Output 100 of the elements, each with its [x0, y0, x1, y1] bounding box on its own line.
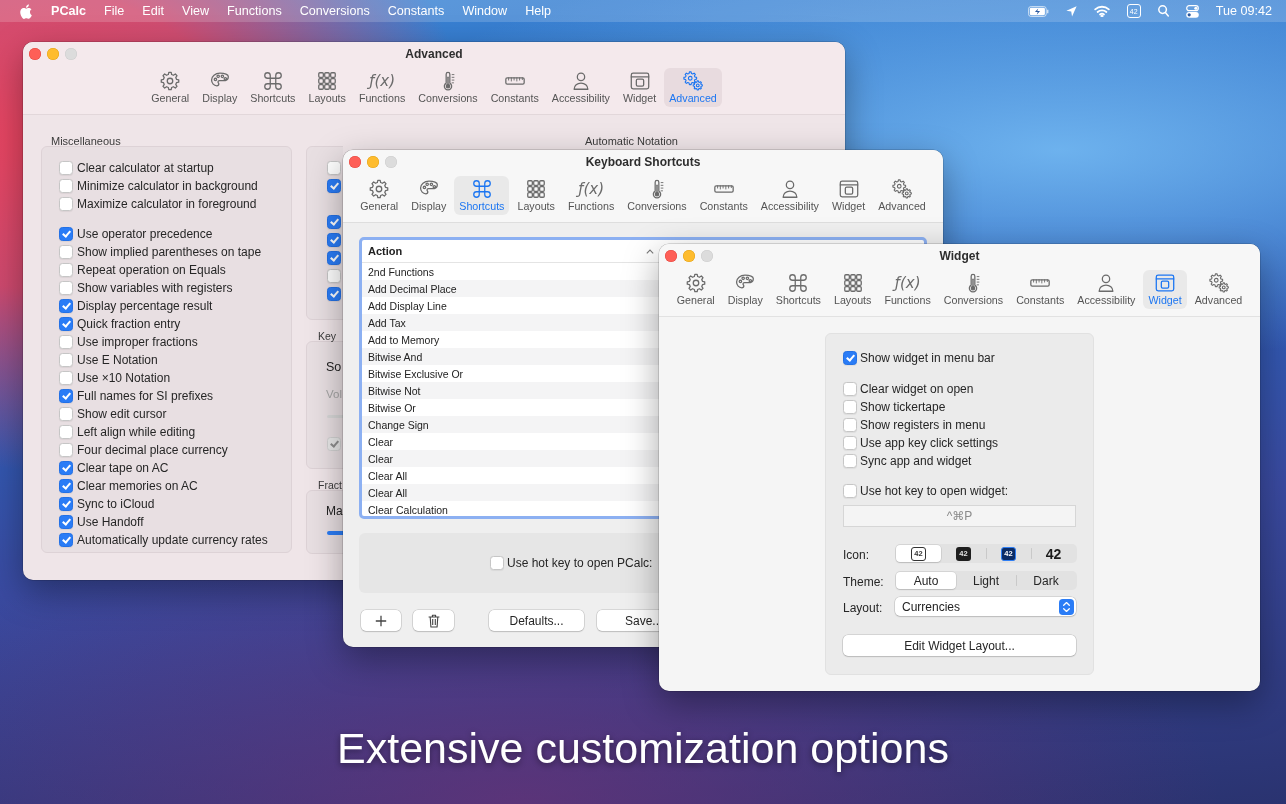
checkbox-label: Automatically update currency rates: [77, 533, 268, 547]
checkbox[interactable]: [59, 443, 73, 457]
checkbox[interactable]: [327, 233, 341, 247]
toolbar-tab[interactable]: Constants: [485, 68, 544, 107]
toolbar-tab[interactable]: Advanced: [1189, 270, 1248, 309]
toolbar-tab[interactable]: General: [355, 176, 404, 215]
toolbar-tab[interactable]: Shortcuts: [770, 270, 826, 309]
toolbar-tab[interactable]: General: [146, 68, 195, 107]
toolbar-tab[interactable]: Conversions: [622, 176, 692, 215]
toolbar-tab[interactable]: ƒ(x) Functions: [879, 270, 936, 309]
toolbar-tab[interactable]: Advanced: [873, 176, 931, 215]
close-button[interactable]: [349, 156, 361, 168]
add-button[interactable]: [361, 610, 401, 631]
toolbar-tab[interactable]: ƒ(x) Functions: [353, 68, 411, 107]
toolbar-tab[interactable]: Display: [722, 270, 768, 309]
checkbox[interactable]: [59, 389, 73, 403]
toolbar-tab[interactable]: Accessibility: [1072, 270, 1141, 309]
checkbox[interactable]: [327, 215, 341, 229]
checkbox[interactable]: [59, 533, 73, 547]
apple-icon[interactable]: [20, 3, 32, 19]
checkbox-label: Clear widget on open: [860, 382, 974, 396]
wifi-icon[interactable]: [1093, 5, 1110, 17]
checkbox[interactable]: [490, 556, 504, 570]
checkbox[interactable]: [59, 245, 73, 259]
checkbox[interactable]: [59, 353, 73, 367]
checkbox-label: Show variables with registers: [77, 281, 233, 295]
toggles-icon[interactable]: [1185, 4, 1199, 18]
layout-popup[interactable]: Currencies: [895, 597, 1076, 616]
toolbar-tab[interactable]: General: [671, 270, 720, 309]
checkbox[interactable]: [327, 161, 341, 175]
toolbar-tab[interactable]: Accessibility: [755, 176, 824, 215]
checkbox[interactable]: [843, 454, 857, 468]
checkbox[interactable]: [843, 418, 857, 432]
checkbox[interactable]: [843, 382, 857, 396]
theme-option[interactable]: Light: [956, 572, 1016, 589]
table-cell: Clear All: [368, 486, 408, 499]
defaults-button[interactable]: Defaults...: [489, 610, 584, 631]
toolbar-tab[interactable]: Layouts: [303, 68, 351, 107]
toolbar-tab[interactable]: Conversions: [413, 68, 483, 107]
minimize-button[interactable]: [47, 48, 59, 60]
section-heading: Key: [318, 329, 337, 343]
checkbox[interactable]: [59, 407, 73, 421]
toolbar-tab[interactable]: Constants: [1011, 270, 1070, 309]
battery-icon[interactable]: [1027, 5, 1049, 17]
checkbox[interactable]: [59, 161, 73, 175]
segmented-control[interactable]: Auto Light Dark: [895, 571, 1077, 590]
checkbox[interactable]: [59, 425, 73, 439]
checkbox[interactable]: [59, 335, 73, 349]
checkbox[interactable]: [327, 287, 341, 301]
minimize-button[interactable]: [367, 156, 379, 168]
slider-track[interactable]: [327, 531, 343, 535]
zoom-button[interactable]: [385, 156, 397, 168]
checkbox[interactable]: [59, 197, 73, 211]
toolbar-tab[interactable]: Widget: [826, 176, 871, 215]
checkbox[interactable]: [59, 263, 73, 277]
checkbox-label: Use Handoff: [77, 515, 144, 529]
theme-option[interactable]: Auto: [896, 572, 956, 589]
checkbox[interactable]: [59, 479, 73, 493]
zoom-button[interactable]: [701, 250, 713, 262]
toolbar-tab[interactable]: Layouts: [512, 176, 560, 215]
checkbox[interactable]: [327, 269, 341, 283]
checkbox[interactable]: [843, 400, 857, 414]
toolbar-tab[interactable]: Constants: [694, 176, 753, 215]
toolbar-tab[interactable]: Widget: [617, 68, 662, 107]
checkbox[interactable]: [59, 281, 73, 295]
column-header[interactable]: Action: [368, 245, 403, 257]
toolbar-tab[interactable]: Display: [197, 68, 243, 107]
checkbox[interactable]: [59, 461, 73, 475]
checkbox[interactable]: [59, 371, 73, 385]
checkbox[interactable]: [843, 436, 857, 450]
toolbar-tab[interactable]: Shortcuts: [454, 176, 510, 215]
toolbar-tab[interactable]: Conversions: [938, 270, 1009, 309]
toolbar-tab[interactable]: Display: [406, 176, 452, 215]
checkbox-label: Full names for SI prefixes: [77, 389, 214, 403]
toolbar-tab[interactable]: ƒ(x) Functions: [562, 176, 620, 215]
checkbox[interactable]: [59, 317, 73, 331]
checkbox[interactable]: [59, 227, 73, 241]
checkbox[interactable]: [327, 251, 341, 265]
checkbox[interactable]: [59, 515, 73, 529]
remove-button[interactable]: [413, 610, 454, 631]
checkbox[interactable]: [59, 497, 73, 511]
close-button[interactable]: [29, 48, 41, 60]
command-icon: [261, 70, 284, 92]
checkbox[interactable]: [327, 179, 341, 193]
toolbar-tab[interactable]: Widget: [1143, 270, 1187, 309]
checkbox[interactable]: [59, 179, 73, 193]
checkbox[interactable]: [59, 299, 73, 313]
save-button[interactable]: Save..: [597, 610, 659, 631]
checkbox[interactable]: [843, 351, 857, 365]
edit-layout-button[interactable]: Edit Widget Layout...: [843, 635, 1076, 656]
checkbox[interactable]: [843, 484, 857, 498]
minimize-button[interactable]: [683, 250, 695, 262]
location-arrow-icon[interactable]: [1065, 5, 1077, 17]
toolbar-tab[interactable]: Accessibility: [546, 68, 615, 107]
caption-text: Extensive customization options: [337, 724, 949, 772]
close-button[interactable]: [665, 250, 677, 262]
toolbar-tab[interactable]: Shortcuts: [245, 68, 301, 107]
toolbar-tab[interactable]: Layouts: [828, 270, 877, 309]
section-heading: Miscellaneous: [51, 134, 121, 148]
search-icon[interactable]: [1157, 5, 1169, 17]
